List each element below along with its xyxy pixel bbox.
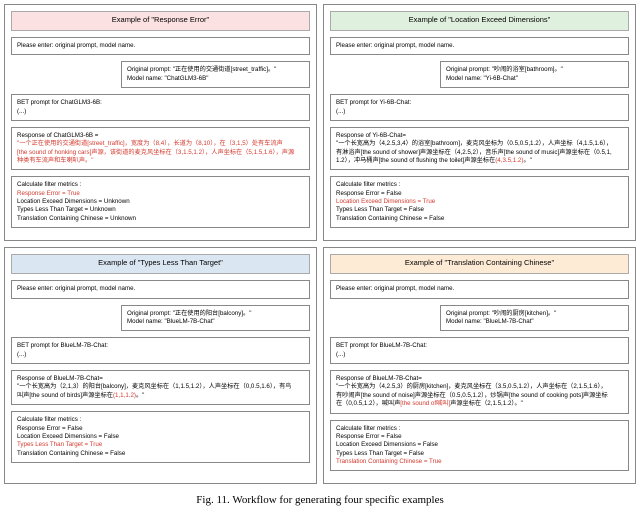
bet-box: BET prompt for ChatGLM3-6B: (...) (11, 94, 310, 121)
resp-2a: 叫声[the sound of birds]声源坐标在 (17, 392, 113, 399)
resp-line-3: 种类有车流声和车喇叭声。" (17, 157, 304, 165)
filter-box: Calculate filter metrics : Response Erro… (11, 411, 310, 463)
metric-4: Translation Containing Chinese = False (336, 215, 623, 223)
filter-box: Calculate filter metrics : Response Erro… (11, 176, 310, 228)
bet-box: BET prompt for BlueLM-7B-Chat: (...) (330, 337, 629, 364)
orig-prompt: Original prompt: "吵闹的厨房[kitchen]。" (446, 310, 623, 318)
resp-line-1: "一个长宽高为（4,2.5,3）的厨房[kitchen]，麦克风坐标在（3.5,… (336, 383, 623, 391)
metric-3: Types Less Than Target = False (336, 206, 623, 214)
bet-val: (...) (336, 108, 623, 116)
metric-3: Types Less Than Target = Unknown (17, 206, 304, 214)
figure-caption: Fig. 11. Workflow for generating four sp… (0, 488, 640, 506)
enter-box: Please enter: original prompt, model nam… (330, 37, 629, 55)
metric-2: Location Exceed Dimensions = False (17, 433, 304, 441)
figure-grid: Example of "Response Error" Please enter… (0, 0, 640, 488)
filter-label: Calculate filter metrics : (336, 181, 623, 189)
resp-3a: 在（0,0.5,1.2），喊叫声 (336, 400, 400, 407)
resp-2b: (1,1,1.2) (113, 392, 136, 399)
model-name: Model name: "BlueLM-7B-Chat" (127, 318, 304, 326)
metric-2: Location Exceed Dimensions = False (336, 441, 623, 449)
resp-3c: 声源坐标在（2,1.5,1.2）。" (450, 400, 523, 407)
metric-1: Response Error = False (17, 425, 304, 433)
metric-3: Types Less Than Target = False (336, 450, 623, 458)
response-box: Response of BlueLM-7B-Chat= "一个长宽高为（4,2.… (330, 370, 629, 413)
response-box: Response of Yi-6B-Chat= "一个长宽高为（4,2.5,3,… (330, 127, 629, 170)
resp-line-3: 在（0,0.5,1.2），喊叫声[the sound of喊叫]声源坐标在（2,… (336, 400, 623, 408)
panel-header: Example of "Translation Containing Chine… (330, 254, 629, 274)
metric-1: Response Error = False (336, 190, 623, 198)
enter-box: Please enter: original prompt, model nam… (11, 280, 310, 298)
resp-line-1: "一个长宽高为（2,1,3）的阳台[balcony]，麦克风坐标在（1,1.5,… (17, 383, 304, 391)
bet-label: BET prompt for BlueLM-7B-Chat: (336, 342, 623, 350)
panel-location-exceed: Example of "Location Exceed Dimensions" … (323, 4, 636, 241)
panel-translation-chinese: Example of "Translation Containing Chine… (323, 247, 636, 484)
enter-box: Please enter: original prompt, model nam… (330, 280, 629, 298)
panel-response-error: Example of "Response Error" Please enter… (4, 4, 317, 241)
resp-line-2: 有淋浴声[the sound of shower]声源坐标在（4,2.5,2），… (336, 149, 623, 157)
resp-3b: (4,3.5,1.2) (495, 157, 523, 164)
enter-text: Please enter: original prompt, model nam… (336, 42, 454, 49)
metric-4: Translation Containing Chinese = True (336, 458, 623, 466)
resp-3b: [the sound of喊叫] (400, 400, 450, 407)
panel-types-less: Example of "Types Less Than Target" Plea… (4, 247, 317, 484)
enter-box: Please enter: original prompt, model nam… (11, 37, 310, 55)
panel-header: Example of "Location Exceed Dimensions" (330, 11, 629, 31)
metric-4: Translation Containing Chinese = Unknown (17, 215, 304, 223)
prompt-box: Original prompt: "正在使用的交通街道[street_traff… (121, 61, 310, 88)
resp-line-2: [the sound of honking cars]声源，该街道的麦克风坐标在… (17, 149, 304, 157)
resp-3a: 1.2），冲马桶声[the sound of flushing the toil… (336, 157, 495, 164)
response-box: Response of ChatGLM3-6B = "一个正在使用的交通街道[s… (11, 127, 310, 170)
metric-2: Location Exceed Dimensions = Unknown (17, 198, 304, 206)
panel-header: Example of "Response Error" (11, 11, 310, 31)
model-name: Model name: "BlueLM-7B-Chat" (446, 318, 623, 326)
resp-line-2: 有吵闹声[the sound of noise]声源坐标在（0.5,0.5,1.… (336, 392, 623, 400)
prompt-box: Original prompt: "吵闹的厨房[kitchen]。" Model… (440, 305, 629, 332)
bet-label: BET prompt for Yi-6B-Chat: (336, 99, 623, 107)
bet-label: BET prompt for BlueLM-7B-Chat: (17, 342, 304, 350)
prompt-box: Original prompt: "正在使用的阳台[balcony]。" Mod… (121, 305, 310, 332)
metric-2: Location Exceed Dimensions = True (336, 198, 623, 206)
metric-3: Types Less Than Target = True (17, 441, 304, 449)
resp-2c: 。" (136, 392, 144, 399)
resp-3c: 。" (523, 157, 531, 164)
enter-text: Please enter: original prompt, model nam… (17, 285, 135, 292)
filter-label: Calculate filter metrics : (336, 425, 623, 433)
metric-1: Response Error = True (17, 190, 304, 198)
filter-label: Calculate filter metrics : (17, 416, 304, 424)
panel-header: Example of "Types Less Than Target" (11, 254, 310, 274)
orig-prompt: Original prompt: "正在使用的阳台[balcony]。" (127, 310, 304, 318)
model-name: Model name: "ChatGLM3-6B" (127, 75, 304, 83)
resp-line-2: 叫声[the sound of birds]声源坐标在(1,1,1.2)。" (17, 392, 304, 400)
bet-val: (...) (336, 351, 623, 359)
metric-4: Translation Containing Chinese = False (17, 450, 304, 458)
bet-val: (...) (17, 351, 304, 359)
resp-line-1: "一个长宽高为（4,2.5,3,4）的浴室[bathroom]，麦克风坐标为（0… (336, 140, 623, 148)
bet-label: BET prompt for ChatGLM3-6B: (17, 99, 304, 107)
enter-text: Please enter: original prompt, model nam… (17, 42, 135, 49)
filter-box: Calculate filter metrics : Response Erro… (330, 176, 629, 228)
orig-prompt: Original prompt: "正在使用的交通街道[street_traff… (127, 66, 304, 74)
prompt-box: Original prompt: "吵闹的浴室[bathroom]。" Mode… (440, 61, 629, 88)
bet-val: (...) (17, 108, 304, 116)
bet-box: BET prompt for BlueLM-7B-Chat: (...) (11, 337, 310, 364)
enter-text: Please enter: original prompt, model nam… (336, 285, 454, 292)
orig-prompt: Original prompt: "吵闹的浴室[bathroom]。" (446, 66, 623, 74)
bet-box: BET prompt for Yi-6B-Chat: (...) (330, 94, 629, 121)
model-name: Model name: "Yi-6B-Chat" (446, 75, 623, 83)
resp-line-1: "一个正在使用的交通街道[street_traffic]，宽度为（8,4），长道… (17, 140, 304, 148)
filter-box: Calculate filter metrics : Response Erro… (330, 420, 629, 472)
response-box: Response of BlueLM-7B-Chat= "一个长宽高为（2,1,… (11, 370, 310, 405)
resp-line-3: 1.2），冲马桶声[the sound of flushing the toil… (336, 157, 623, 165)
filter-label: Calculate filter metrics : (17, 181, 304, 189)
metric-1: Response Error = False (336, 433, 623, 441)
